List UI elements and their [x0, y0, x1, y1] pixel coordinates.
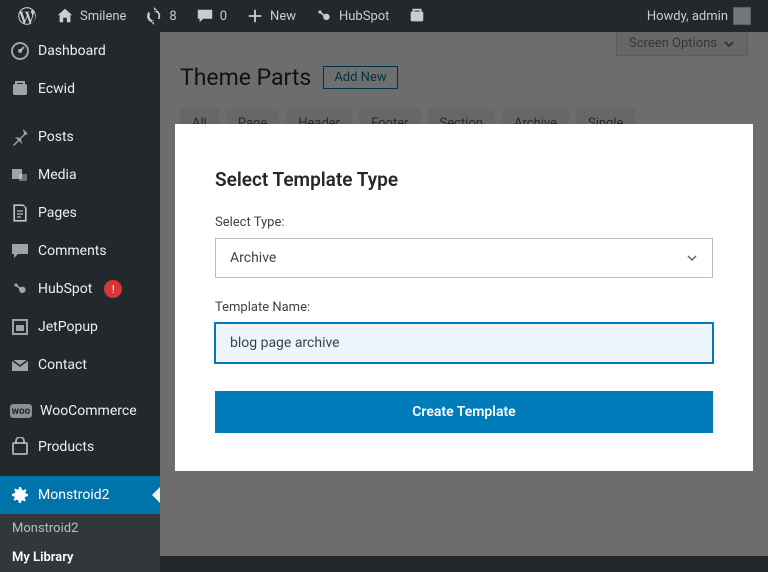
sidebar-item-label: Products — [38, 439, 94, 455]
gear-icon — [10, 485, 30, 505]
products-icon — [10, 437, 30, 457]
sidebar-item-label: Posts — [38, 129, 74, 145]
template-name-input[interactable] — [215, 323, 713, 363]
sidebar-item-label: Monstroid2 — [38, 487, 110, 503]
chevron-down-icon — [686, 252, 698, 264]
template-type-modal: Select Template Type Select Type: Archiv… — [175, 124, 753, 471]
plus-icon — [245, 6, 265, 26]
sidebar-submenu: Monstroid2 My Library — [0, 514, 160, 572]
sidebar-item-label: Ecwid — [38, 81, 75, 97]
sidebar-item-monstroid2[interactable]: Monstroid2 — [0, 476, 160, 514]
type-label: Select Type: — [215, 215, 713, 230]
pin-icon — [10, 127, 30, 147]
alert-badge: ! — [104, 280, 122, 298]
name-label: Template Name: — [215, 300, 713, 315]
hubspot-icon — [314, 6, 334, 26]
sidebar-item-label: Contact — [38, 357, 87, 373]
mail-icon — [10, 355, 30, 375]
admin-sidebar: Dashboard Ecwid Posts Media Pages Commen… — [0, 32, 160, 556]
submenu-item-monstroid2[interactable]: Monstroid2 — [0, 514, 160, 543]
admin-topbar: Smilene 8 0 New HubSpot Howdy, admin — [0, 0, 768, 32]
comment-icon — [195, 6, 215, 26]
sidebar-item-label: JetPopup — [38, 319, 98, 335]
woo-icon: woo — [10, 404, 32, 418]
ecwid-icon — [407, 6, 427, 26]
chevron-down-icon — [723, 38, 735, 50]
screen-options-button[interactable]: Screen Options — [616, 32, 748, 56]
ecwid-topbar-link[interactable] — [400, 0, 434, 32]
ecwid-icon — [10, 79, 30, 99]
sidebar-item-comments[interactable]: Comments — [0, 232, 160, 270]
new-link[interactable]: New — [238, 0, 303, 32]
comments-icon — [10, 241, 30, 261]
sidebar-item-contact[interactable]: Contact — [0, 346, 160, 384]
page-icon — [10, 203, 30, 223]
sidebar-item-label: Comments — [38, 243, 107, 259]
sidebar-item-pages[interactable]: Pages — [0, 194, 160, 232]
wordpress-icon — [17, 6, 37, 26]
updates-link[interactable]: 8 — [137, 0, 183, 32]
hubspot-icon — [10, 279, 30, 299]
new-label: New — [270, 9, 296, 24]
update-icon — [144, 6, 164, 26]
sidebar-item-posts[interactable]: Posts — [0, 118, 160, 156]
type-select-value: Archive — [230, 250, 276, 266]
dashboard-icon — [10, 41, 30, 61]
media-icon — [10, 165, 30, 185]
comments-count: 0 — [220, 9, 227, 24]
avatar — [733, 7, 751, 25]
type-select[interactable]: Archive — [215, 238, 713, 278]
sidebar-item-dashboard[interactable]: Dashboard — [0, 32, 160, 70]
sidebar-item-media[interactable]: Media — [0, 156, 160, 194]
updates-count: 8 — [169, 9, 176, 24]
sidebar-item-woocommerce[interactable]: woo WooCommerce — [0, 394, 160, 428]
hubspot-label: HubSpot — [339, 9, 389, 24]
home-icon — [55, 6, 75, 26]
submenu-item-my-library[interactable]: My Library — [0, 543, 160, 572]
greeting: Howdy, admin — [647, 9, 728, 24]
sidebar-item-ecwid[interactable]: Ecwid — [0, 70, 160, 108]
wp-logo[interactable] — [10, 0, 44, 32]
create-template-button[interactable]: Create Template — [215, 391, 713, 433]
sidebar-item-label: Dashboard — [38, 43, 106, 59]
site-name: Smilene — [80, 9, 126, 24]
sidebar-item-label: HubSpot — [38, 281, 92, 297]
add-new-button[interactable]: Add New — [323, 66, 397, 89]
popup-icon — [10, 317, 30, 337]
howdy-link[interactable]: Howdy, admin — [640, 0, 758, 32]
sidebar-item-jetpopup[interactable]: JetPopup — [0, 308, 160, 346]
sidebar-item-hubspot[interactable]: HubSpot! — [0, 270, 160, 308]
sidebar-item-label: Pages — [38, 205, 77, 221]
page-title: Theme Parts — [180, 64, 311, 91]
modal-title: Select Template Type — [215, 168, 713, 191]
comments-link[interactable]: 0 — [188, 0, 234, 32]
sidebar-item-label: Media — [38, 167, 77, 183]
admin-site-link[interactable]: Smilene — [48, 0, 133, 32]
sidebar-item-label: WooCommerce — [40, 403, 137, 419]
sidebar-item-products[interactable]: Products — [0, 428, 160, 466]
hubspot-link[interactable]: HubSpot — [307, 0, 396, 32]
